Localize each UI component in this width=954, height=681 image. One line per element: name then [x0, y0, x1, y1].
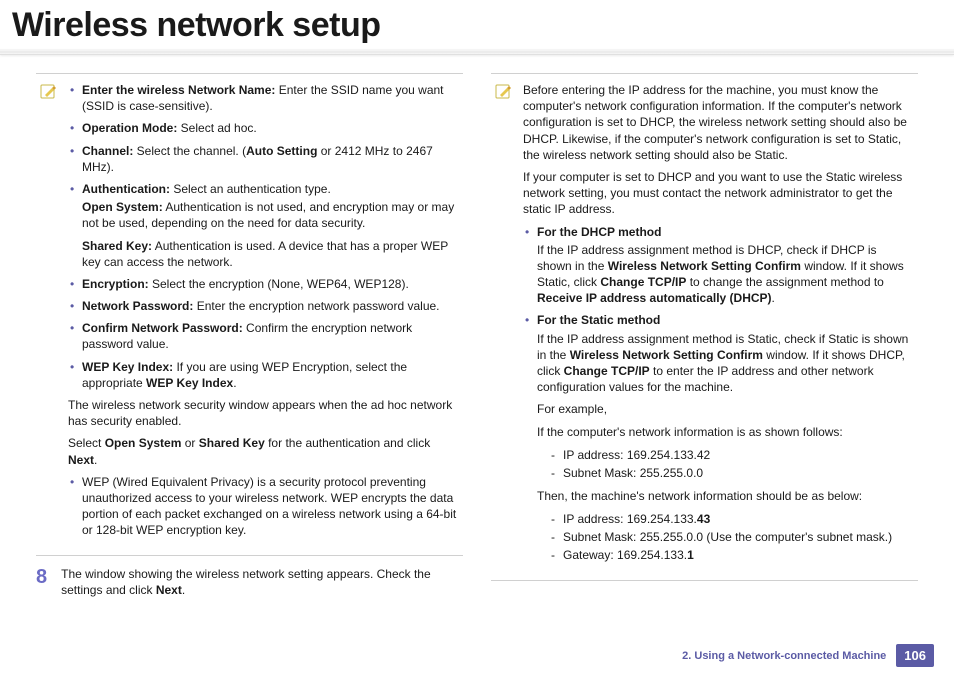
- page-title: Wireless network setup: [12, 6, 954, 45]
- list-item: IP address: 169.254.133.43: [551, 510, 914, 528]
- list-item: For the DHCP method If the IP address as…: [523, 224, 914, 307]
- chapter-label: 2. Using a Network-connected Machine: [682, 650, 886, 662]
- note-block-left: Enter the wireless Network Name: Enter t…: [36, 73, 463, 556]
- list-item: Subnet Mask: 255.255.0.0: [551, 464, 914, 482]
- page-footer: 2. Using a Network-connected Machine 106: [682, 644, 934, 667]
- example-machine-list: IP address: 169.254.133.43 Subnet Mask: …: [551, 510, 914, 564]
- list-item: Network Password: Enter the encryption n…: [68, 298, 459, 314]
- note-icon: [40, 82, 58, 100]
- note-icon: [495, 82, 513, 100]
- list-item: IP address: 169.254.133.42: [551, 446, 914, 464]
- list-item: Enter the wireless Network Name: Enter t…: [68, 82, 459, 114]
- note-body-right: Before entering the IP address for the m…: [523, 82, 914, 570]
- content-columns: Enter the wireless Network Name: Enter t…: [0, 73, 954, 598]
- paragraph: Before entering the IP address for the m…: [523, 82, 914, 163]
- list-item: WEP (Wired Equivalent Privacy) is a secu…: [68, 474, 459, 539]
- list-item: Operation Mode: Select ad hoc.: [68, 120, 459, 136]
- list-item: Gateway: 169.254.133.1: [551, 546, 914, 564]
- left-column: Enter the wireless Network Name: Enter t…: [36, 73, 463, 598]
- list-item: For the Static method If the IP address …: [523, 312, 914, 564]
- title-divider: [0, 49, 954, 55]
- paragraph: Select Open System or Shared Key for the…: [68, 435, 459, 467]
- paragraph: The wireless network security window app…: [68, 397, 459, 429]
- list-item: Encryption: Select the encryption (None,…: [68, 276, 459, 292]
- list-item: Confirm Network Password: Confirm the en…: [68, 320, 459, 352]
- list-item: Authentication: Select an authentication…: [68, 181, 459, 270]
- page-number: 106: [896, 644, 934, 667]
- step-number: 8: [36, 566, 47, 598]
- list-item: WEP Key Index: If you are using WEP Encr…: [68, 359, 459, 391]
- step-text: The window showing the wireless network …: [61, 566, 463, 598]
- note-body-left: Enter the wireless Network Name: Enter t…: [68, 82, 459, 545]
- note-block-right: Before entering the IP address for the m…: [491, 73, 918, 581]
- right-column: Before entering the IP address for the m…: [491, 73, 918, 598]
- list-item: Channel: Select the channel. (Auto Setti…: [68, 143, 459, 175]
- example-computer-list: IP address: 169.254.133.42 Subnet Mask: …: [551, 446, 914, 482]
- list-item: Subnet Mask: 255.255.0.0 (Use the comput…: [551, 528, 914, 546]
- paragraph: If your computer is set to DHCP and you …: [523, 169, 914, 218]
- step-8: 8 The window showing the wireless networ…: [36, 566, 463, 598]
